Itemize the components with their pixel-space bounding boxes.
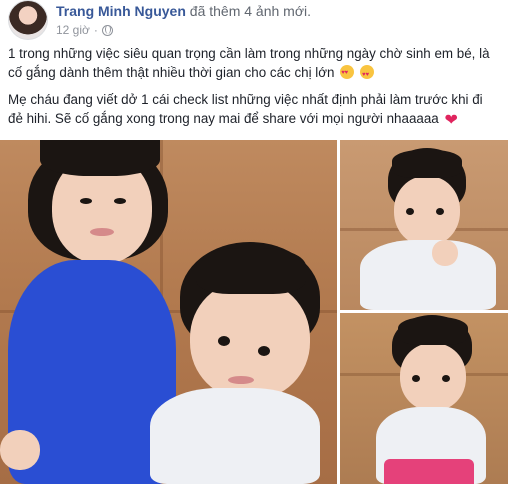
post-paragraph: Mẹ cháu đang viết dở 1 cái check list nh… <box>8 92 483 129</box>
eye <box>436 208 444 215</box>
post-meta: 12 giờ · <box>56 22 113 38</box>
smiling-face-with-hearts-icon <box>340 64 355 83</box>
eye <box>258 346 270 356</box>
photo-main[interactable] <box>0 140 337 484</box>
eye <box>114 198 126 204</box>
avatar[interactable] <box>8 0 48 40</box>
baby-face <box>394 176 460 246</box>
globe-icon[interactable] <box>101 24 113 36</box>
post-author-line: Trang Minh Nguyen đã thêm 4 ảnh mới. <box>56 2 311 20</box>
eye <box>218 336 230 346</box>
photo-side-bottom[interactable] <box>340 313 508 484</box>
baby-bangs <box>196 248 306 294</box>
separator: · <box>93 23 98 37</box>
eye <box>442 375 450 382</box>
author-name-link[interactable]: Trang Minh Nguyen <box>56 3 186 19</box>
baby-pink-pants <box>384 459 474 484</box>
photo-side-top[interactable] <box>340 140 508 310</box>
post-header: Trang Minh Nguyen đã thêm 4 ảnh mới. 12 … <box>8 0 500 42</box>
girl-hand <box>0 430 40 470</box>
photo-grid <box>0 140 508 484</box>
baby-bangs <box>398 317 468 345</box>
heart-eyes-icon <box>359 65 374 85</box>
baby-face <box>400 343 466 411</box>
mouth <box>228 376 254 384</box>
baby-white-shirt <box>360 240 496 310</box>
post-paragraph: 1 trong những việc siêu quan trọng cần l… <box>8 44 500 85</box>
post-body: 1 trong những việc siêu quan trọng cần l… <box>8 44 500 138</box>
baby-white-shirt <box>150 388 320 484</box>
mouth <box>90 228 114 236</box>
eye <box>412 375 420 382</box>
eye <box>80 198 92 204</box>
baby-hand <box>432 240 458 266</box>
timestamp-link[interactable]: 12 giờ <box>56 22 90 38</box>
post-action-text: đã thêm 4 ảnh mới. <box>189 3 312 19</box>
eye <box>406 208 414 215</box>
girl-bangs <box>40 140 160 176</box>
red-heart-icon: ❤ <box>444 112 458 129</box>
baby-bangs <box>392 150 462 178</box>
